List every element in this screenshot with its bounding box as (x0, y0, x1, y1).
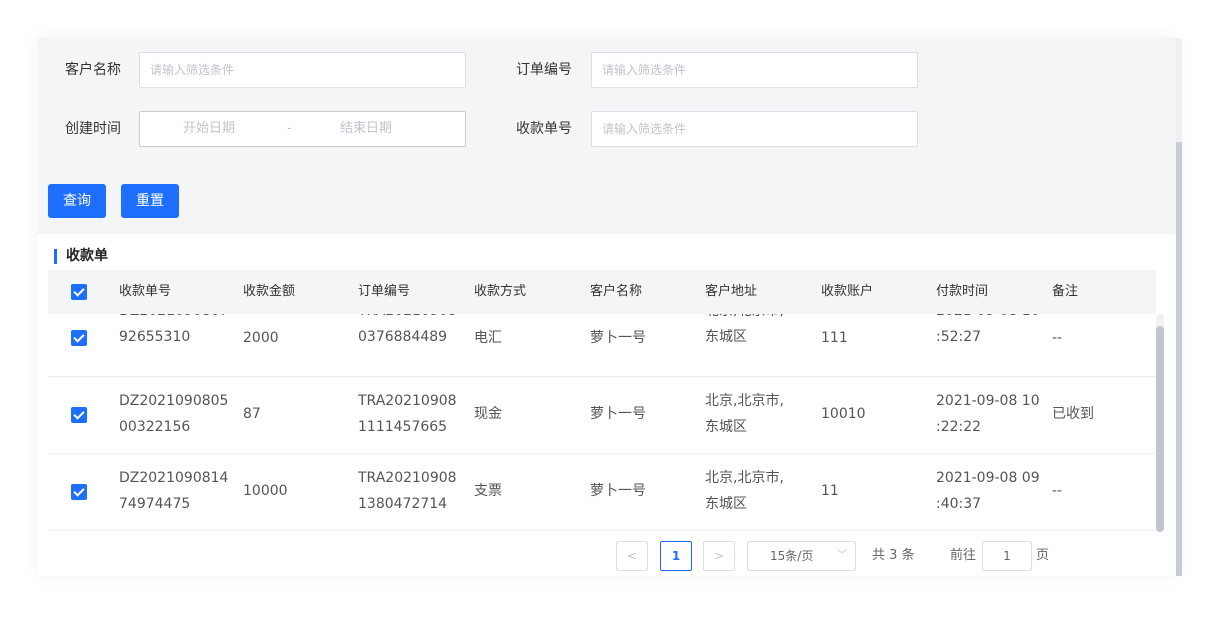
table-row[interactable]: DZ2021090805 00322156 87 TRA20210908 11114… (48, 377, 1156, 454)
cell-method: 支票 (474, 483, 502, 499)
cell-remark: 已收到 (1052, 406, 1094, 422)
page-1-button[interactable]: 1 (660, 541, 692, 571)
row-checkbox[interactable] (71, 407, 87, 423)
cell-customer: 萝卜一号 (590, 330, 646, 346)
goto-label: 前往 (950, 548, 977, 563)
header-address: 客户地址 (705, 284, 758, 299)
row-checkbox[interactable] (71, 330, 87, 346)
cell-method: 现金 (474, 406, 502, 422)
header-pay-time: 付款时间 (936, 284, 989, 299)
date-separator: - (287, 121, 292, 136)
reset-button[interactable]: 重置 (121, 184, 179, 218)
table-header: 收款单号 收款金额 订单编号 收款方式 客户名称 客户地址 收款账户 付款时间 … (48, 270, 1156, 314)
cell-receipt-no: DZ2021090805 00322156 (119, 393, 229, 435)
query-button[interactable]: 查询 (48, 184, 106, 218)
receipt-panel: 客户名称 请输入筛选条件 订单编号 请输入筛选条件 创建时间 开始日期 - 结束… (38, 38, 1176, 576)
cell-account: 111 (821, 330, 848, 346)
filter-area: 客户名称 请输入筛选条件 订单编号 请输入筛选条件 创建时间 开始日期 - 结束… (38, 38, 1176, 234)
chevron-down-icon: ﹀ (837, 550, 847, 561)
cell-amount: 10000 (243, 483, 288, 499)
page-scrollbar[interactable] (1176, 38, 1182, 576)
header-account: 收款账户 (821, 284, 874, 299)
page-size-value: 15条/页 (770, 549, 814, 563)
cell-amount: 87 (243, 406, 261, 422)
cell-customer: 萝卜一号 (590, 483, 646, 499)
cell-amount: 2000 (243, 330, 279, 346)
order-no-label: 订单编号 (516, 62, 572, 78)
cell-receipt-no: DZ2021090814 74974475 (119, 470, 229, 512)
cell-pay-time: 2021-09-08 10:52:27 (936, 314, 1040, 345)
page-suffix: 页 (1036, 548, 1050, 563)
page-size-select[interactable]: 15条/页 ﹀ (747, 541, 856, 571)
cell-account: 11 (821, 483, 839, 499)
receipt-no-label: 收款单号 (516, 121, 572, 137)
cell-remark: -- (1052, 330, 1063, 346)
cell-order-no: TRA20210908 1380472714 (358, 470, 457, 512)
table-scrollbar-thumb[interactable] (1156, 326, 1164, 532)
table-scrollbar[interactable] (1156, 314, 1164, 532)
cell-receipt-no: DZ202109080792655310 (119, 314, 228, 345)
cell-address: 北京,北京市,东城区 (705, 393, 784, 435)
header-order-no: 订单编号 (358, 284, 411, 299)
receipt-no-input[interactable]: 请输入筛选条件 (591, 111, 918, 147)
cell-account: 10010 (821, 406, 866, 422)
row-checkbox[interactable] (71, 484, 87, 500)
header-method: 收款方式 (474, 284, 527, 299)
end-date-input[interactable]: 结束日期 (340, 112, 392, 146)
start-date-input[interactable]: 开始日期 (183, 112, 235, 146)
page-scrollbar-thumb[interactable] (1176, 142, 1182, 576)
cell-order-no: TRA20210908 1111457665 (358, 393, 457, 435)
header-remark: 备注 (1052, 284, 1079, 299)
total-count: 共 3 条 (872, 548, 915, 563)
cell-customer: 萝卜一号 (590, 406, 646, 422)
table-body: DZ202109080792655310 2000 TRA20210908037… (48, 314, 1156, 532)
created-time-label: 创建时间 (65, 121, 121, 137)
cell-pay-time: 2021-09-08 09:40:37 (936, 470, 1040, 512)
header-amount: 收款金额 (243, 284, 296, 299)
cell-remark: -- (1052, 483, 1063, 499)
next-page-button[interactable]: > (703, 541, 735, 571)
date-range-picker[interactable]: 开始日期 - 结束日期 (139, 111, 466, 147)
cell-pay-time: 2021-09-08 10:22:22 (936, 393, 1040, 435)
select-all-checkbox[interactable] (71, 284, 87, 300)
goto-page-input[interactable]: 1 (982, 541, 1032, 571)
section-title: 收款单 (54, 246, 108, 266)
cell-method: 电汇 (474, 330, 502, 346)
customer-name-label: 客户名称 (65, 62, 121, 78)
cell-order-no: TRA202109080376884489 (358, 314, 457, 345)
table-row[interactable]: DZ2021090814 74974475 10000 TRA20210908 13… (48, 454, 1156, 531)
table-row[interactable]: DZ202109080792655310 2000 TRA20210908037… (48, 314, 1156, 377)
header-customer: 客户名称 (590, 284, 643, 299)
order-no-input[interactable]: 请输入筛选条件 (591, 52, 918, 88)
cell-address: 北京,北京市,东城区 (705, 314, 784, 345)
customer-name-input[interactable]: 请输入筛选条件 (139, 52, 466, 88)
header-receipt-no: 收款单号 (119, 284, 172, 299)
cell-address: 北京,北京市,东城区 (705, 470, 784, 512)
prev-page-button[interactable]: < (616, 541, 648, 571)
